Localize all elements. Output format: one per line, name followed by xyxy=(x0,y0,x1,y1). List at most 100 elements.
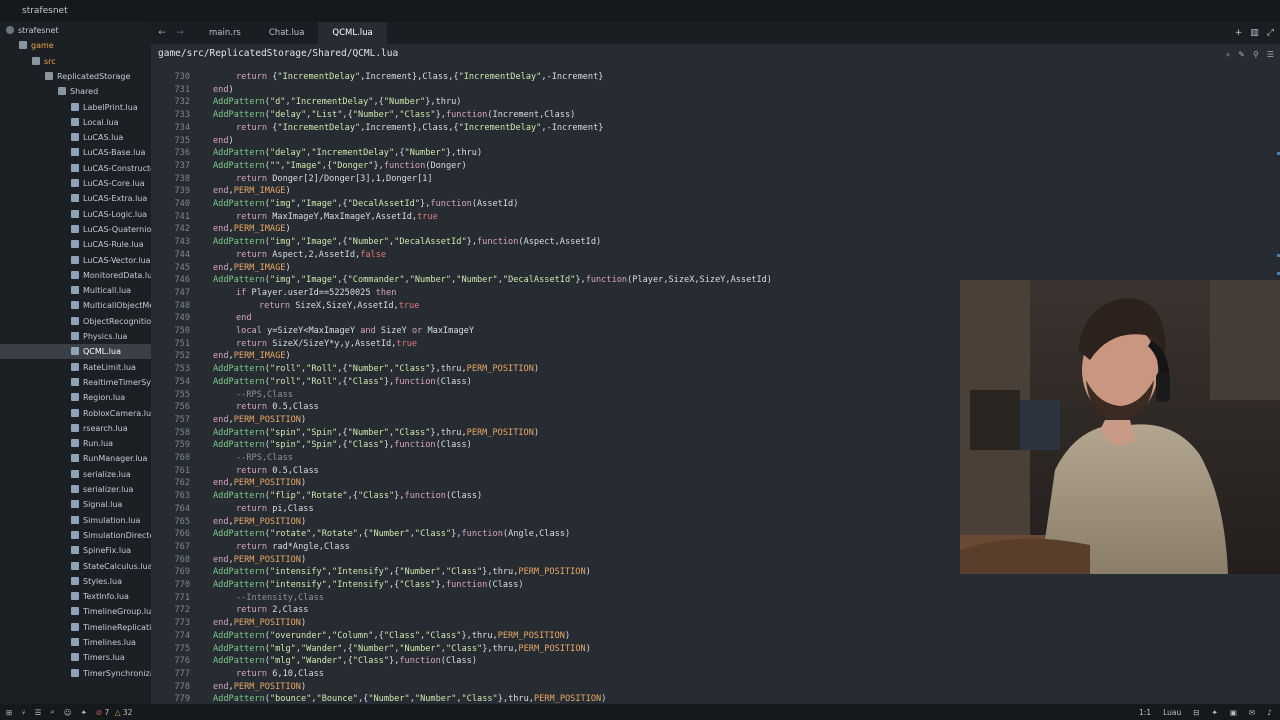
debug-icon[interactable]: ✦ xyxy=(81,708,87,717)
line-text: return SizeX,SizeY,AssetId,true xyxy=(259,300,420,311)
file-item[interactable]: SimulationDirecto xyxy=(0,528,151,543)
file-item[interactable]: RunManager.lua xyxy=(0,451,151,466)
file-item[interactable]: RobloxCamera.lua xyxy=(0,406,151,421)
folder-item[interactable]: strafesnet xyxy=(0,23,151,38)
line-text: AddPattern("roll","Roll",{"Number","Clas… xyxy=(213,364,540,375)
tree-item-label: LuCAS.lua xyxy=(83,133,124,143)
file-item[interactable]: LuCAS.lua xyxy=(0,130,151,145)
line-text: return pi,Class xyxy=(236,503,314,514)
split-pane-icon[interactable]: ▥ xyxy=(1250,28,1259,38)
zoom-icon[interactable]: ⚲ xyxy=(1253,50,1259,60)
language-selector[interactable]: Luau xyxy=(1163,708,1181,717)
tree-item-label: TextInfo.lua xyxy=(83,592,129,602)
file-item[interactable]: LuCAS-Rule.lua xyxy=(0,237,151,252)
file-item[interactable]: StateCalculus.lua xyxy=(0,559,151,574)
tab-chat-lua[interactable]: Chat.lua xyxy=(255,22,319,44)
inline-assist-icon[interactable]: ✎ xyxy=(1238,50,1245,60)
feedback-icon[interactable]: ✉ xyxy=(1249,708,1255,717)
file-item[interactable]: LuCAS-Base.lua xyxy=(0,145,151,160)
folder-icon xyxy=(19,41,27,50)
notifications-icon[interactable]: ♪ xyxy=(1267,708,1272,717)
folder-item[interactable]: ReplicatedStorage xyxy=(0,69,151,84)
file-item[interactable]: serialize.lua xyxy=(0,467,151,482)
maximize-icon[interactable]: ⤢ xyxy=(1267,28,1274,38)
folder-item[interactable]: src xyxy=(0,54,151,69)
file-item[interactable]: Multicall.lua xyxy=(0,283,151,298)
file-item[interactable]: MulticallObjectMe xyxy=(0,298,151,313)
file-item[interactable]: Run.lua xyxy=(0,436,151,451)
file-item[interactable]: LuCAS-Quaternior xyxy=(0,222,151,237)
collab-icon[interactable]: ☺ xyxy=(64,708,72,717)
new-tab-icon[interactable]: + xyxy=(1235,28,1243,38)
file-item[interactable]: Timelines.lua xyxy=(0,635,151,650)
tree-item-label: Local.lua xyxy=(83,117,119,127)
file-item[interactable]: ObjectRecognitior xyxy=(0,314,151,329)
line-text: AddPattern("mlg","Wander",{"Class"},func… xyxy=(213,656,477,667)
terminal-icon[interactable]: ▣ xyxy=(1230,708,1237,717)
outline-icon[interactable]: ☰ xyxy=(35,708,42,717)
file-item[interactable]: Timers.lua xyxy=(0,650,151,665)
file-breadcrumb[interactable]: game/src/ReplicatedStorage/Shared/QCML.l… xyxy=(158,48,398,59)
file-icon xyxy=(71,423,79,432)
line-text: return 0.5,Class xyxy=(236,465,319,476)
line-number: 740 xyxy=(174,199,190,209)
file-item[interactable]: MonitoredData.lu xyxy=(0,268,151,283)
file-item[interactable]: Local.lua xyxy=(0,115,151,130)
copilot-icon[interactable]: ⊟ xyxy=(1193,708,1199,717)
settings-icon[interactable]: ☰ xyxy=(1267,50,1274,60)
cursor-position[interactable]: 1:1 xyxy=(1139,708,1151,717)
file-item[interactable]: TimelineReplicati xyxy=(0,620,151,635)
tree-item-label: Styles.lua xyxy=(83,576,122,586)
file-item[interactable]: TextInfo.lua xyxy=(0,589,151,604)
line-number: 758 xyxy=(174,427,190,438)
git-branch-icon[interactable]: ⑂ xyxy=(21,708,26,717)
line-text: return Aspect,2,AssetId,false xyxy=(236,249,387,260)
file-item[interactable]: QCML.lua xyxy=(0,344,151,360)
file-item[interactable]: Simulation.lua xyxy=(0,513,151,528)
file-item[interactable]: LuCAS-Core.lua xyxy=(0,176,151,191)
file-item[interactable]: Signal.lua xyxy=(0,497,151,512)
line-text: end,PERM_IMAGE) xyxy=(213,224,291,235)
file-item[interactable]: LuCAS-Vector.lua xyxy=(0,253,151,268)
file-item[interactable]: Styles.lua xyxy=(0,574,151,589)
line-number: 760 xyxy=(174,453,190,463)
file-item[interactable]: Region.lua xyxy=(0,390,151,405)
file-item[interactable]: LuCAS-Logic.lua xyxy=(0,207,151,222)
file-item[interactable]: LuCAS-Extra.lua xyxy=(0,191,151,206)
diagnostics-indicator[interactable]: ⊘ 7 △ 32 xyxy=(96,708,133,717)
line-text: --RPS,Class xyxy=(236,453,293,463)
file-item[interactable]: RateLimit.lua xyxy=(0,360,151,375)
file-item[interactable]: TimerSynchroniza xyxy=(0,666,151,681)
back-arrow-icon[interactable]: ← xyxy=(155,28,169,38)
file-item[interactable]: RealtimeTimerSys xyxy=(0,375,151,390)
file-icon xyxy=(71,454,79,463)
folder-item[interactable]: Shared xyxy=(0,84,151,99)
assistant-icon[interactable]: ✦ xyxy=(1212,708,1218,717)
tab-qcml-lua[interactable]: QCML.lua xyxy=(318,22,387,44)
line-number: 757 xyxy=(174,414,190,425)
tree-item-label: Physics.lua xyxy=(83,332,128,341)
line-text: AddPattern("delay","List",{"Number","Cla… xyxy=(213,110,576,121)
file-item[interactable]: SpineFix.lua xyxy=(0,543,151,558)
line-number: 733 xyxy=(174,110,190,121)
file-item[interactable]: TimelineGroup.lua xyxy=(0,604,151,619)
search-icon[interactable]: ⌕ xyxy=(1226,50,1230,60)
folder-item[interactable]: game xyxy=(0,38,151,53)
file-item[interactable]: serializer.lua xyxy=(0,482,151,497)
search-icon[interactable]: ⌕ xyxy=(51,707,55,717)
file-icon xyxy=(71,546,79,555)
tab-main-rs[interactable]: main.rs xyxy=(195,22,255,44)
forward-arrow-icon[interactable]: → xyxy=(173,28,187,38)
project-panel-icon[interactable]: ⊞ xyxy=(6,708,12,717)
line-text: AddPattern("delay","IncrementDelay",{"Nu… xyxy=(213,148,483,159)
file-item[interactable]: rsearch.lua xyxy=(0,421,151,436)
line-number: 756 xyxy=(174,402,190,413)
line-text: end) xyxy=(213,84,234,95)
file-icon xyxy=(71,362,79,371)
file-item[interactable]: LuCAS-Constructo xyxy=(0,161,151,176)
file-item[interactable]: Physics.lua xyxy=(0,329,151,344)
file-item[interactable]: LabelPrint.lua xyxy=(0,100,151,115)
file-icon xyxy=(71,332,79,340)
project-panel[interactable]: strafesnet game src ReplicatedStorage Shared… xyxy=(0,22,151,704)
line-number: 742 xyxy=(174,224,190,235)
